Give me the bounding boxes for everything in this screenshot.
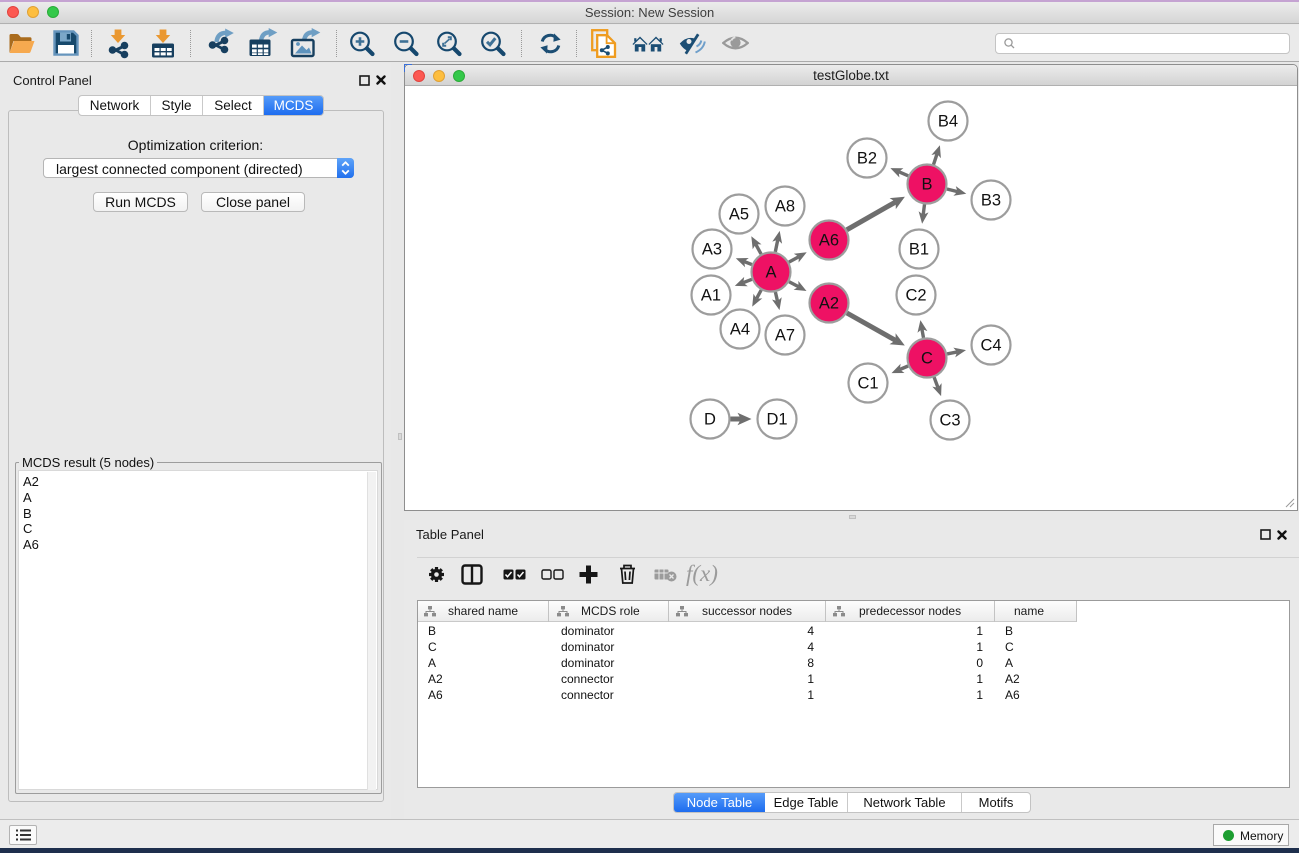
svg-text:B: B (921, 176, 932, 194)
svg-text:A6: A6 (819, 232, 839, 250)
svg-text:A7: A7 (775, 327, 795, 345)
svg-text:C3: C3 (939, 412, 960, 430)
svg-text:A4: A4 (730, 321, 750, 339)
svg-text:C4: C4 (980, 337, 1001, 355)
svg-text:B1: B1 (909, 241, 929, 259)
svg-text:A2: A2 (819, 295, 839, 313)
svg-text:A5: A5 (729, 206, 749, 224)
svg-text:C1: C1 (857, 375, 878, 393)
svg-text:A: A (765, 264, 776, 282)
svg-text:C: C (921, 350, 933, 368)
svg-text:A8: A8 (775, 198, 795, 216)
svg-text:A1: A1 (701, 287, 721, 305)
svg-text:C2: C2 (905, 287, 926, 305)
svg-text:A3: A3 (702, 241, 722, 259)
svg-text:D: D (704, 411, 716, 429)
svg-text:B3: B3 (981, 192, 1001, 210)
svg-text:B4: B4 (938, 113, 958, 131)
svg-text:B2: B2 (857, 150, 877, 168)
svg-text:D1: D1 (766, 411, 787, 429)
